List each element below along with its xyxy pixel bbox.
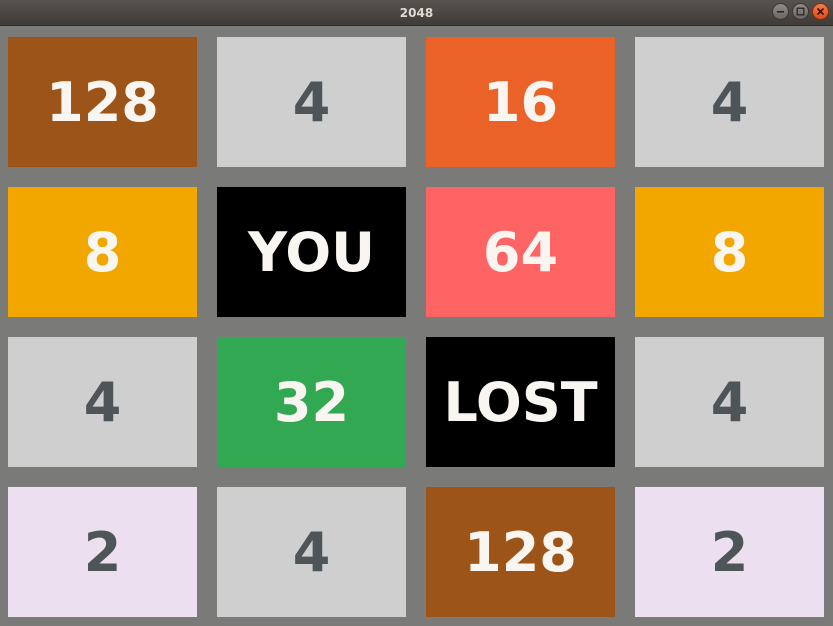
tile: 16 (426, 37, 615, 167)
tile: 2 (635, 487, 824, 617)
window-controls (772, 3, 829, 20)
close-button[interactable] (812, 3, 829, 20)
title-bar[interactable]: 2048 (0, 0, 833, 26)
tile: 4 (635, 37, 824, 167)
maximize-button[interactable] (792, 3, 809, 20)
tile: 128 (8, 37, 197, 167)
tile: 32 (217, 337, 406, 467)
window-title: 2048 (399, 6, 434, 20)
tile: 4 (635, 337, 824, 467)
game-board[interactable]: 128 4 16 4 8 YOU 64 8 4 32 LOST 4 2 4 12… (0, 26, 833, 626)
tile: 8 (8, 187, 197, 317)
minimize-icon (777, 11, 784, 13)
minimize-button[interactable] (772, 3, 789, 20)
tile: 4 (8, 337, 197, 467)
tile: 64 (426, 187, 615, 317)
tile: 2 (8, 487, 197, 617)
game-over-message-tile: YOU (217, 187, 406, 317)
maximize-icon (796, 7, 805, 16)
game-over-message-tile: LOST (426, 337, 615, 467)
tile: 128 (426, 487, 615, 617)
tile: 4 (217, 37, 406, 167)
tile: 8 (635, 187, 824, 317)
tile: 4 (217, 487, 406, 617)
game-window: 2048 128 4 16 4 8 YOU 64 8 4 32 LOST 4 2… (0, 0, 833, 626)
close-icon (816, 7, 825, 16)
